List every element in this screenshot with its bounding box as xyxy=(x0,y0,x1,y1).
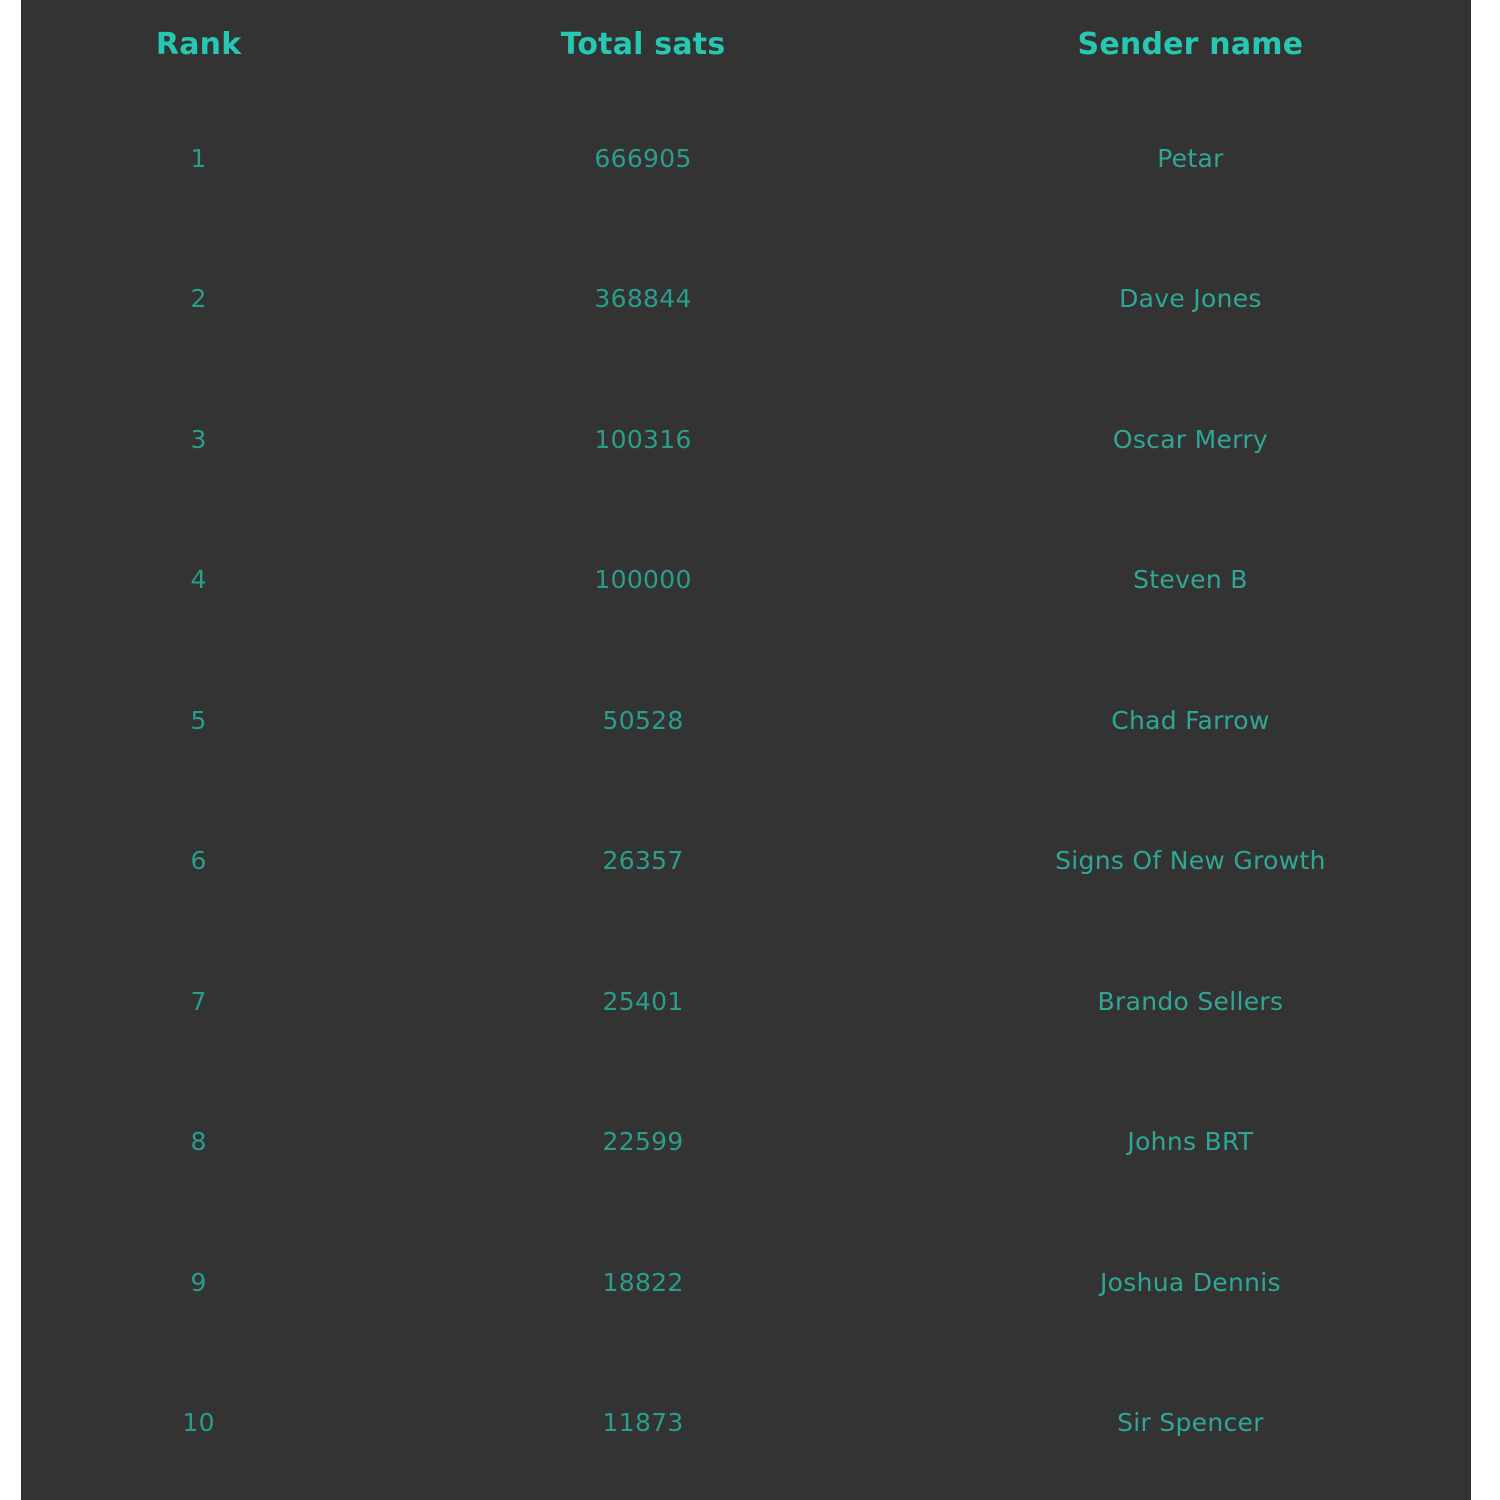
cell-rank: 2 xyxy=(190,284,207,314)
table-row: 10 11873 Sir Spencer xyxy=(21,1353,1471,1494)
cell-rank: 9 xyxy=(190,1267,207,1297)
table-row: 7 25401 Brando Sellers xyxy=(21,931,1471,1072)
table-header-row: Rank Total sats Sender name xyxy=(21,0,1471,88)
cell-total-sats: 26357 xyxy=(602,846,684,876)
cell-total-sats: 100316 xyxy=(594,424,692,454)
cell-rank: 10 xyxy=(182,1408,215,1438)
table-row: 4 100000 Steven B xyxy=(21,510,1471,651)
cell-rank: 1 xyxy=(190,143,207,173)
table-row: 9 18822 Joshua Dennis xyxy=(21,1212,1471,1353)
table-body: 1 666905 Petar 2 368844 Dave Jones 3 100… xyxy=(21,88,1471,1493)
table-header: Rank Total sats Sender name xyxy=(21,0,1471,88)
leaderboard-panel: Rank Total sats Sender name 1 666905 Pet… xyxy=(21,0,1471,1500)
table-row: 5 50528 Chad Farrow xyxy=(21,650,1471,791)
table-row: 8 22599 Johns BRT xyxy=(21,1072,1471,1213)
cell-sender-name: Sir Spencer xyxy=(1117,1408,1264,1438)
cell-sender-name: Chad Farrow xyxy=(1111,705,1270,735)
cell-sender-name: Petar xyxy=(1157,143,1224,173)
leaderboard-table: Rank Total sats Sender name 1 666905 Pet… xyxy=(21,0,1471,1493)
cell-sender-name: Joshua Dennis xyxy=(1100,1267,1281,1297)
cell-rank: 8 xyxy=(190,1127,207,1157)
cell-sender-name: Johns BRT xyxy=(1127,1127,1254,1157)
column-header-rank[interactable]: Rank xyxy=(21,0,376,88)
cell-sender-name: Signs Of New Growth xyxy=(1055,846,1326,876)
cell-total-sats: 22599 xyxy=(602,1127,684,1157)
table-row: 1 666905 Petar xyxy=(21,88,1471,229)
cell-total-sats: 25401 xyxy=(602,986,684,1016)
cell-rank: 3 xyxy=(190,424,207,454)
column-header-sender-name[interactable]: Sender name xyxy=(910,0,1471,88)
cell-total-sats: 11873 xyxy=(602,1408,684,1438)
table-row: 2 368844 Dave Jones xyxy=(21,229,1471,370)
cell-total-sats: 100000 xyxy=(594,565,692,595)
column-header-total-sats[interactable]: Total sats xyxy=(376,0,910,88)
cell-sender-name: Dave Jones xyxy=(1119,284,1262,314)
cell-rank: 7 xyxy=(190,986,207,1016)
cell-sender-name: Brando Sellers xyxy=(1097,986,1284,1016)
cell-rank: 6 xyxy=(190,846,207,876)
cell-rank: 5 xyxy=(190,705,207,735)
cell-total-sats: 50528 xyxy=(602,705,684,735)
cell-sender-name: Steven B xyxy=(1133,565,1248,595)
cell-total-sats: 666905 xyxy=(594,143,692,173)
cell-total-sats: 368844 xyxy=(594,284,692,314)
table-row: 6 26357 Signs Of New Growth xyxy=(21,791,1471,932)
cell-total-sats: 18822 xyxy=(602,1267,684,1297)
cell-sender-name: Oscar Merry xyxy=(1112,424,1268,454)
cell-rank: 4 xyxy=(190,565,207,595)
table-row: 3 100316 Oscar Merry xyxy=(21,369,1471,510)
